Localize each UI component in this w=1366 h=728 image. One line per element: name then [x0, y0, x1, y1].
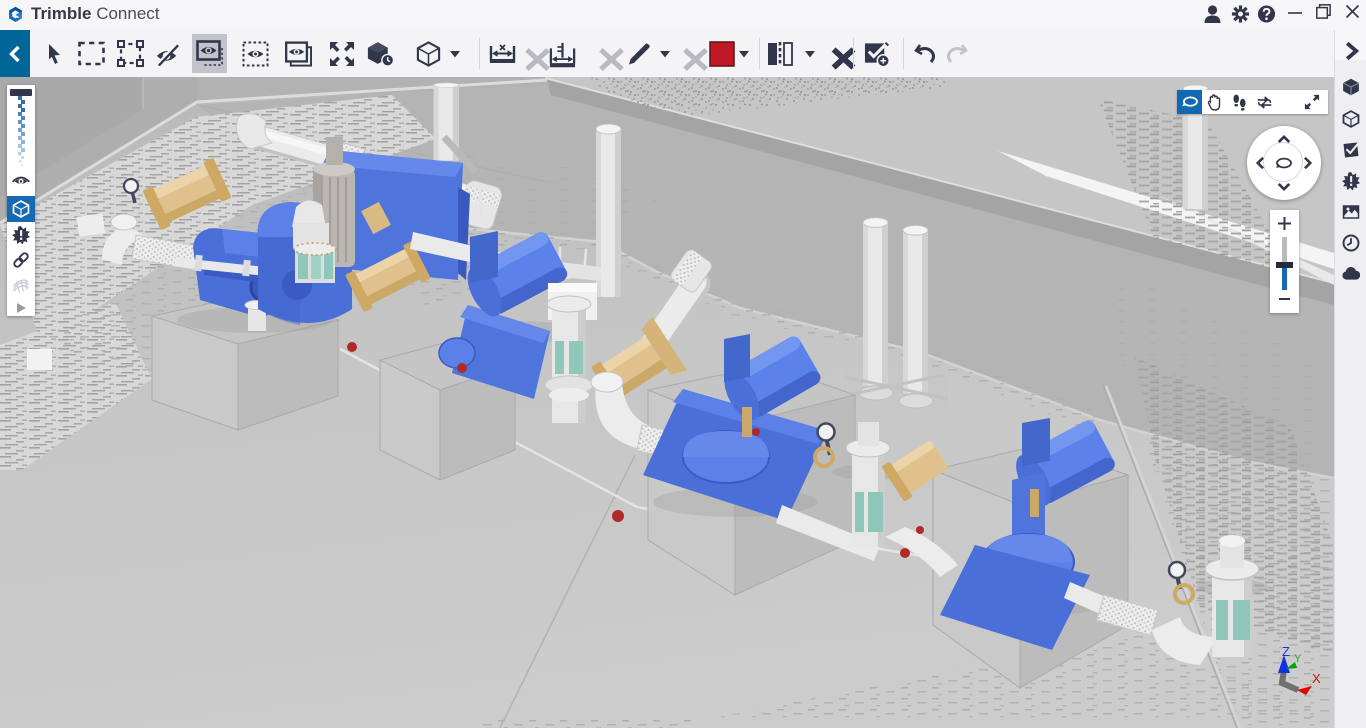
svg-text:Y: Y [1294, 653, 1302, 665]
svg-text:Z: Z [1282, 644, 1290, 659]
svg-text:X: X [1312, 671, 1321, 686]
